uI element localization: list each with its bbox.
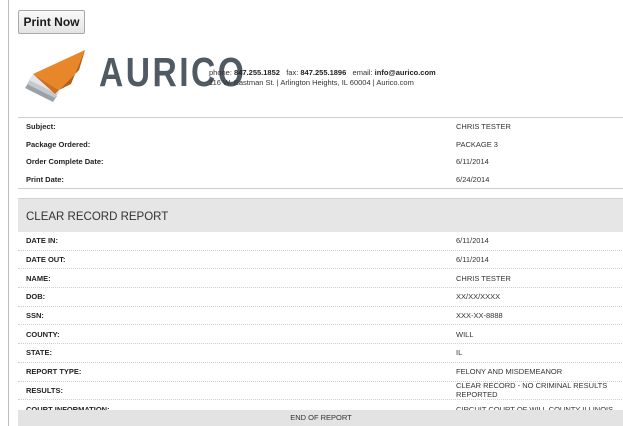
report-value: CLEAR RECORD - NO CRIMINAL RESULTS REPOR…: [456, 381, 608, 400]
aurico-logo-icon: [25, 50, 85, 102]
phone-number: 847.255.1852: [234, 68, 280, 77]
fax-label: fax:: [286, 68, 299, 77]
report-table: DATE IN: 6/11/2014 DATE OUT: 6/11/2014 NAM…: [18, 232, 623, 419]
report-row: REPORT TYPE: FELONY AND MISDEMEANOR: [18, 363, 623, 382]
info-label: Package Ordered:: [26, 139, 91, 149]
report-row: STATE: IL: [18, 344, 623, 363]
company-header: AURICO phone: 847.255.1852 fax: 847.255.…: [19, 42, 439, 110]
info-label: Order Complete Date:: [26, 157, 104, 167]
report-label: COUNTY:: [26, 329, 60, 339]
info-row: Subject: CHRIS TESTER: [18, 118, 623, 136]
info-value: 6/11/2014: [456, 157, 489, 167]
info-row: Package Ordered: PACKAGE 3: [18, 136, 623, 154]
report-label: DOB:: [26, 292, 46, 302]
order-info: Subject: CHRIS TESTER Package Ordered: P…: [18, 117, 623, 189]
report-row: DATE IN: 6/11/2014: [18, 232, 623, 251]
info-label: Subject:: [26, 122, 56, 132]
report-row: DATE OUT: 6/11/2014: [18, 251, 623, 270]
report-value: IL: [456, 348, 463, 358]
info-row: Order Complete Date: 6/11/2014: [18, 153, 623, 171]
report-label: SSN:: [26, 311, 44, 321]
info-row: Print Date: 6/24/2014: [18, 171, 623, 189]
report-value: XXX-XX-8888: [456, 311, 503, 321]
report-row: RESULTS: CLEAR RECORD - NO CRIMINAL RESUL…: [18, 381, 623, 401]
contact-info: phone: 847.255.1852 fax: 847.255.1896 em…: [209, 68, 436, 88]
info-value: CHRIS TESTER: [456, 122, 511, 132]
phone-label: phone:: [209, 68, 232, 77]
info-label: Print Date:: [26, 174, 64, 184]
report-value: XX/XX/XXXX: [456, 292, 501, 302]
email-address[interactable]: info@aurico.com: [375, 68, 436, 77]
info-value: PACKAGE 3: [456, 139, 498, 149]
report-label: RESULTS:: [26, 385, 63, 395]
end-of-report: END OF REPORT: [18, 410, 623, 426]
print-now-button[interactable]: Print Now: [18, 10, 85, 34]
report-value: CHRIS TESTER: [456, 273, 511, 283]
report-label: REPORT TYPE:: [26, 367, 82, 377]
report-page: Print Now AURICO phone: 847.255.1852 fax…: [8, 0, 623, 426]
email-label: email:: [352, 68, 373, 77]
report-value: FELONY AND MISDEMEANOR: [456, 367, 563, 377]
report-value: WILL: [456, 329, 474, 339]
fax-number: 847.255.1896: [300, 68, 347, 77]
report-label: DATE IN:: [26, 236, 58, 246]
report-label: DATE OUT:: [26, 255, 66, 265]
report-row: SSN: XXX-XX-8888: [18, 307, 623, 326]
report-row: DOB: XX/XX/XXXX: [18, 288, 623, 307]
report-label: NAME:: [26, 273, 51, 283]
report-row: COUNTY: WILL: [18, 325, 623, 345]
report-value: 6/11/2014: [456, 255, 489, 265]
info-value: 6/24/2014: [456, 174, 490, 184]
report-row: NAME: CHRIS TESTER: [18, 269, 623, 289]
report-label: STATE:: [26, 348, 52, 358]
address-line: 116 W. Eastman St. | Arlington Heights, …: [209, 78, 414, 87]
report-title: CLEAR RECORD REPORT: [18, 198, 623, 232]
report-value: 6/11/2014: [456, 236, 489, 246]
